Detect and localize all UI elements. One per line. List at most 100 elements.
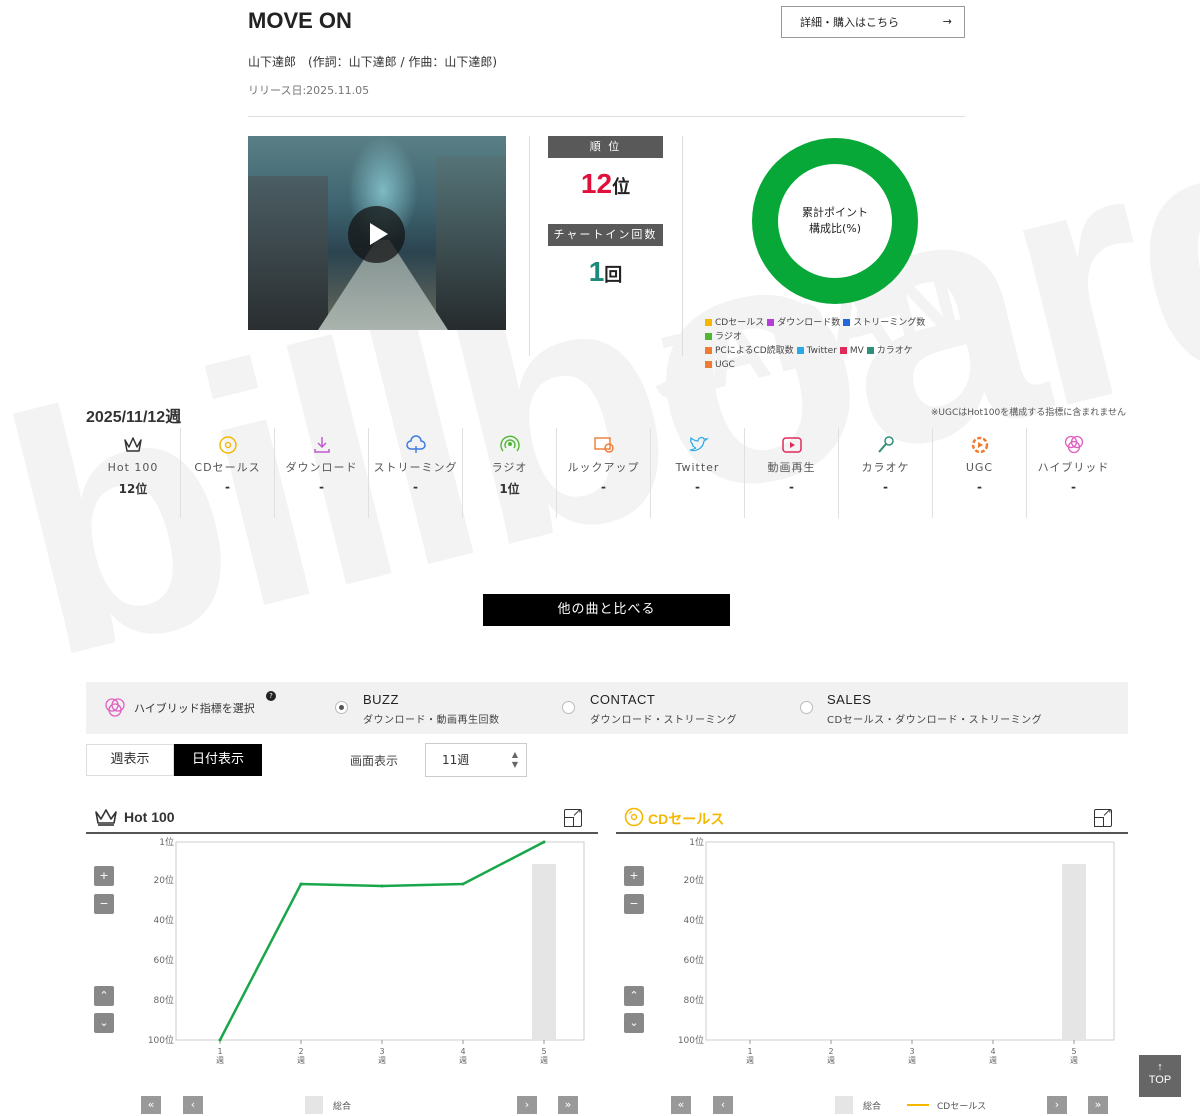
- scroll-down-icon[interactable]: ⌄: [94, 1013, 114, 1033]
- series-point: [218, 1038, 222, 1042]
- legend-item: カラオケ: [866, 344, 913, 358]
- scroll-down-icon[interactable]: ⌄: [624, 1013, 644, 1033]
- legend-label: UGC: [715, 360, 735, 370]
- legend-swatch: [705, 361, 712, 368]
- x-tick-char: 4: [990, 1047, 995, 1056]
- legend-swatch: [796, 347, 804, 354]
- last-page-icon[interactable]: »: [1088, 1096, 1108, 1114]
- metric-name: ストリーミング: [373, 461, 458, 474]
- x-tick-char: 3: [379, 1047, 384, 1056]
- zoom-out-icon[interactable]: −: [624, 894, 644, 914]
- help-icon[interactable]: ?: [266, 691, 276, 701]
- metric-value: -: [319, 480, 324, 494]
- play-icon[interactable]: [348, 206, 405, 263]
- x-tick-label: 1週: [216, 1047, 224, 1065]
- legend-total-swatch: [835, 1096, 853, 1114]
- divider: [248, 116, 965, 117]
- y-tick-label: 40位: [684, 914, 704, 926]
- detail-purchase-button[interactable]: 詳細・購入はこちら →: [781, 6, 965, 38]
- metric-value: -: [601, 480, 606, 494]
- back-to-top-button[interactable]: ↑ TOP: [1139, 1055, 1181, 1097]
- x-tick-char: 週: [297, 1056, 305, 1065]
- legend-swatch: [767, 319, 775, 326]
- first-page-icon[interactable]: «: [141, 1096, 161, 1114]
- expand-icon[interactable]: [564, 805, 582, 827]
- hybrid-label: ハイブリッド指標を選択: [134, 702, 255, 715]
- x-tick-char: 週: [746, 1056, 754, 1065]
- next-page-icon[interactable]: ›: [1047, 1096, 1067, 1114]
- option-sales-desc: CDセールス・ダウンロード・ストリーミング: [827, 715, 1043, 726]
- crown-icon: [95, 809, 117, 826]
- metric-video[interactable]: 動画再生 -: [744, 428, 838, 518]
- total-bar: [532, 864, 556, 1040]
- expand-icon[interactable]: [1094, 805, 1112, 827]
- x-tick-char: 週: [216, 1056, 224, 1065]
- artist-credit: 山下達郎 (作詞：山下達郎 / 作曲：山下達郎): [248, 55, 498, 69]
- lookup-icon: [557, 428, 650, 458]
- cd-icon: [181, 428, 274, 458]
- song-title: MOVE ON: [248, 8, 352, 33]
- metric-name: UGC: [965, 461, 994, 474]
- legend-swatch: [839, 347, 847, 354]
- metric-twitter[interactable]: Twitter -: [650, 428, 744, 518]
- total-bar: [1062, 864, 1086, 1040]
- prev-page-icon[interactable]: ‹: [713, 1096, 733, 1114]
- compare-button[interactable]: 他の曲と比べる: [483, 594, 730, 626]
- hybrid-icon: [1027, 428, 1120, 458]
- legend-swatch: [866, 347, 874, 354]
- rank-value: 12位: [548, 168, 663, 200]
- divider: [682, 136, 683, 356]
- first-page-icon[interactable]: «: [671, 1096, 691, 1114]
- series-point: [542, 840, 546, 844]
- music-video-thumbnail[interactable]: [248, 136, 506, 330]
- metric-name: Hot 100: [107, 461, 159, 474]
- x-tick-char: 週: [378, 1056, 386, 1065]
- scroll-up-icon[interactable]: ⌃: [94, 986, 114, 1006]
- metric-crown[interactable]: Hot 100 12位: [86, 428, 180, 518]
- metric-lookup[interactable]: ルックアップ -: [556, 428, 650, 518]
- release-date: リリース日:2025.11.05: [248, 84, 370, 97]
- x-tick-char: 週: [1070, 1056, 1078, 1065]
- option-buzz-desc: ダウンロード・動画再生回数: [363, 715, 500, 726]
- scroll-up-icon[interactable]: ⌃: [624, 986, 644, 1006]
- x-tick-char: 1: [217, 1047, 222, 1056]
- next-page-icon[interactable]: ›: [517, 1096, 537, 1114]
- metric-radio[interactable]: ラジオ 1位: [462, 428, 556, 518]
- ugc-note: ※UGCはHot100を構成する指標に含まれません: [930, 408, 1126, 418]
- metric-value: -: [695, 480, 700, 494]
- metric-name: 動画再生: [767, 461, 816, 474]
- metric-ugc[interactable]: UGC -: [932, 428, 1026, 518]
- metric-download[interactable]: ダウンロード -: [274, 428, 368, 518]
- rank-label: 順 位: [548, 136, 663, 158]
- last-page-icon[interactable]: »: [558, 1096, 578, 1114]
- prev-page-icon[interactable]: ‹: [183, 1096, 203, 1114]
- cd-panel-title: CDセールス: [648, 811, 725, 827]
- metric-hybrid[interactable]: ハイブリッド -: [1026, 428, 1120, 518]
- x-tick-char: 週: [827, 1056, 835, 1065]
- legend-cd-label: CDセールス: [937, 1102, 987, 1112]
- donut-legend: CDセールス ダウンロード数 ストリーミング数ラジオ PCによるCD読取数 Twitte…: [705, 316, 965, 372]
- radio-contact[interactable]: [562, 701, 575, 714]
- metric-name: ダウンロード: [285, 461, 358, 474]
- legend-item: ストリーミング数: [843, 316, 925, 330]
- plot-area: [175, 841, 585, 1041]
- donut-label: 累計ポイント 構成比(%): [770, 205, 900, 237]
- radio-sales[interactable]: [800, 701, 813, 714]
- radio-buzz[interactable]: [335, 701, 348, 714]
- donut-label-line1: 累計ポイント: [802, 206, 868, 219]
- x-tick-label: 3週: [908, 1047, 916, 1065]
- arrow-up-icon: ↑: [1157, 1061, 1163, 1073]
- zoom-in-icon[interactable]: +: [624, 866, 644, 886]
- cd-panel-header: CDセールス: [616, 804, 1128, 834]
- metric-streaming[interactable]: ストリーミング -: [368, 428, 462, 518]
- metric-value: -: [883, 480, 888, 494]
- zoom-in-icon[interactable]: +: [94, 866, 114, 886]
- legend-item: MV: [839, 344, 864, 358]
- tab-week-view[interactable]: 週表示: [86, 744, 174, 776]
- weeks-select[interactable]: 11週 ▲ ▼: [425, 743, 527, 777]
- divider: [529, 136, 530, 356]
- metric-cd[interactable]: CDセールス -: [180, 428, 274, 518]
- metric-karaoke[interactable]: カラオケ -: [838, 428, 932, 518]
- tab-date-view[interactable]: 日付表示: [174, 744, 262, 776]
- zoom-out-icon[interactable]: −: [94, 894, 114, 914]
